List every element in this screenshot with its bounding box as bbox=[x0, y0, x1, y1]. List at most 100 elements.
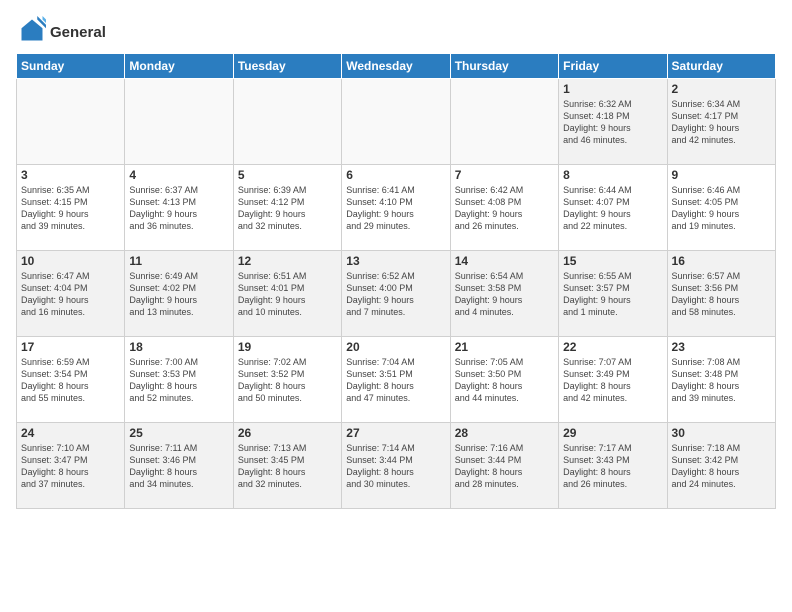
day-number: 22 bbox=[563, 340, 662, 354]
day-cell: 12 Sunrise: 6:51 AMSunset: 4:01 PMDayligh… bbox=[233, 251, 341, 337]
logo-general: General bbox=[50, 24, 106, 42]
day-info: Sunrise: 7:17 AMSunset: 3:43 PMDaylight:… bbox=[563, 442, 662, 491]
header-day-friday: Friday bbox=[559, 54, 667, 79]
day-number: 23 bbox=[672, 340, 771, 354]
day-info: Sunrise: 6:39 AMSunset: 4:12 PMDaylight:… bbox=[238, 184, 337, 233]
day-cell: 18 Sunrise: 7:00 AMSunset: 3:53 PMDayligh… bbox=[125, 337, 233, 423]
day-cell: 21 Sunrise: 7:05 AMSunset: 3:50 PMDayligh… bbox=[450, 337, 558, 423]
day-number: 2 bbox=[672, 82, 771, 96]
calendar-body: 1 Sunrise: 6:32 AMSunset: 4:18 PMDaylight… bbox=[17, 79, 776, 509]
day-info: Sunrise: 6:34 AMSunset: 4:17 PMDaylight:… bbox=[672, 98, 771, 147]
day-number: 17 bbox=[21, 340, 120, 354]
day-number: 12 bbox=[238, 254, 337, 268]
day-info: Sunrise: 6:55 AMSunset: 3:57 PMDaylight:… bbox=[563, 270, 662, 319]
header-day-saturday: Saturday bbox=[667, 54, 775, 79]
day-cell: 8Sunrise: 6:44 AMSunset: 4:07 PMDaylight… bbox=[559, 165, 667, 251]
day-cell: 3 Sunrise: 6:35 AMSunset: 4:15 PMDaylight… bbox=[17, 165, 125, 251]
day-info: Sunrise: 7:02 AMSunset: 3:52 PMDaylight:… bbox=[238, 356, 337, 405]
header: General bbox=[16, 12, 776, 49]
day-cell: 16 Sunrise: 6:57 AMSunset: 3:56 PMDayligh… bbox=[667, 251, 775, 337]
day-number: 25 bbox=[129, 426, 228, 440]
logo: General bbox=[16, 16, 106, 49]
day-cell bbox=[233, 79, 341, 165]
logo-icon bbox=[18, 16, 46, 44]
day-number: 30 bbox=[672, 426, 771, 440]
day-cell: 19 Sunrise: 7:02 AMSunset: 3:52 PMDayligh… bbox=[233, 337, 341, 423]
day-cell: 27Sunrise: 7:14 AMSunset: 3:44 PMDayligh… bbox=[342, 423, 450, 509]
day-cell: 9 Sunrise: 6:46 AMSunset: 4:05 PMDaylight… bbox=[667, 165, 775, 251]
day-number: 26 bbox=[238, 426, 337, 440]
day-cell: 29 Sunrise: 7:17 AMSunset: 3:43 PMDayligh… bbox=[559, 423, 667, 509]
day-cell bbox=[17, 79, 125, 165]
day-info: Sunrise: 6:32 AMSunset: 4:18 PMDaylight:… bbox=[563, 98, 662, 147]
day-number: 19 bbox=[238, 340, 337, 354]
day-number: 3 bbox=[21, 168, 120, 182]
week-row-5: 24 Sunrise: 7:10 AMSunset: 3:47 PMDayligh… bbox=[17, 423, 776, 509]
day-info: Sunrise: 6:49 AMSunset: 4:02 PMDaylight:… bbox=[129, 270, 228, 319]
day-number: 21 bbox=[455, 340, 554, 354]
header-row: SundayMondayTuesdayWednesdayThursdayFrid… bbox=[17, 54, 776, 79]
week-row-2: 3 Sunrise: 6:35 AMSunset: 4:15 PMDaylight… bbox=[17, 165, 776, 251]
calendar-table: SundayMondayTuesdayWednesdayThursdayFrid… bbox=[16, 53, 776, 509]
day-info: Sunrise: 7:08 AMSunset: 3:48 PMDaylight:… bbox=[672, 356, 771, 405]
day-number: 18 bbox=[129, 340, 228, 354]
day-info: Sunrise: 6:57 AMSunset: 3:56 PMDaylight:… bbox=[672, 270, 771, 319]
day-info: Sunrise: 7:10 AMSunset: 3:47 PMDaylight:… bbox=[21, 442, 120, 491]
day-cell: 1 Sunrise: 6:32 AMSunset: 4:18 PMDaylight… bbox=[559, 79, 667, 165]
day-info: Sunrise: 6:51 AMSunset: 4:01 PMDaylight:… bbox=[238, 270, 337, 319]
header-day-thursday: Thursday bbox=[450, 54, 558, 79]
day-cell bbox=[125, 79, 233, 165]
day-info: Sunrise: 6:54 AMSunset: 3:58 PMDaylight:… bbox=[455, 270, 554, 319]
day-cell: 20Sunrise: 7:04 AMSunset: 3:51 PMDayligh… bbox=[342, 337, 450, 423]
day-number: 10 bbox=[21, 254, 120, 268]
day-info: Sunrise: 6:52 AMSunset: 4:00 PMDaylight:… bbox=[346, 270, 445, 319]
day-info: Sunrise: 7:00 AMSunset: 3:53 PMDaylight:… bbox=[129, 356, 228, 405]
day-number: 27 bbox=[346, 426, 445, 440]
day-cell: 24 Sunrise: 7:10 AMSunset: 3:47 PMDayligh… bbox=[17, 423, 125, 509]
day-number: 16 bbox=[672, 254, 771, 268]
day-cell: 28 Sunrise: 7:16 AMSunset: 3:44 PMDayligh… bbox=[450, 423, 558, 509]
day-number: 13 bbox=[346, 254, 445, 268]
calendar-header: SundayMondayTuesdayWednesdayThursdayFrid… bbox=[17, 54, 776, 79]
day-cell bbox=[342, 79, 450, 165]
day-number: 8 bbox=[563, 168, 662, 182]
day-cell: 15 Sunrise: 6:55 AMSunset: 3:57 PMDayligh… bbox=[559, 251, 667, 337]
day-info: Sunrise: 6:46 AMSunset: 4:05 PMDaylight:… bbox=[672, 184, 771, 233]
day-cell: 30 Sunrise: 7:18 AMSunset: 3:42 PMDayligh… bbox=[667, 423, 775, 509]
day-cell: 17 Sunrise: 6:59 AMSunset: 3:54 PMDayligh… bbox=[17, 337, 125, 423]
day-info: Sunrise: 7:11 AMSunset: 3:46 PMDaylight:… bbox=[129, 442, 228, 491]
day-number: 24 bbox=[21, 426, 120, 440]
day-number: 29 bbox=[563, 426, 662, 440]
day-number: 5 bbox=[238, 168, 337, 182]
day-info: Sunrise: 6:47 AMSunset: 4:04 PMDaylight:… bbox=[21, 270, 120, 319]
day-info: Sunrise: 7:07 AMSunset: 3:49 PMDaylight:… bbox=[563, 356, 662, 405]
day-info: Sunrise: 7:05 AMSunset: 3:50 PMDaylight:… bbox=[455, 356, 554, 405]
day-info: Sunrise: 6:41 AMSunset: 4:10 PMDaylight:… bbox=[346, 184, 445, 233]
day-cell: 5 Sunrise: 6:39 AMSunset: 4:12 PMDaylight… bbox=[233, 165, 341, 251]
day-number: 20 bbox=[346, 340, 445, 354]
header-day-sunday: Sunday bbox=[17, 54, 125, 79]
day-cell: 13 Sunrise: 6:52 AMSunset: 4:00 PMDayligh… bbox=[342, 251, 450, 337]
day-cell: 6Sunrise: 6:41 AMSunset: 4:10 PMDaylight… bbox=[342, 165, 450, 251]
day-info: Sunrise: 6:42 AMSunset: 4:08 PMDaylight:… bbox=[455, 184, 554, 233]
day-info: Sunrise: 7:16 AMSunset: 3:44 PMDaylight:… bbox=[455, 442, 554, 491]
day-number: 4 bbox=[129, 168, 228, 182]
day-cell: 2 Sunrise: 6:34 AMSunset: 4:17 PMDaylight… bbox=[667, 79, 775, 165]
day-info: Sunrise: 6:59 AMSunset: 3:54 PMDaylight:… bbox=[21, 356, 120, 405]
header-day-monday: Monday bbox=[125, 54, 233, 79]
day-number: 28 bbox=[455, 426, 554, 440]
day-cell: 4Sunrise: 6:37 AMSunset: 4:13 PMDaylight… bbox=[125, 165, 233, 251]
day-number: 9 bbox=[672, 168, 771, 182]
day-number: 7 bbox=[455, 168, 554, 182]
day-number: 14 bbox=[455, 254, 554, 268]
day-number: 1 bbox=[563, 82, 662, 96]
day-cell: 10 Sunrise: 6:47 AMSunset: 4:04 PMDayligh… bbox=[17, 251, 125, 337]
day-cell: 23 Sunrise: 7:08 AMSunset: 3:48 PMDayligh… bbox=[667, 337, 775, 423]
day-number: 15 bbox=[563, 254, 662, 268]
day-number: 11 bbox=[129, 254, 228, 268]
header-day-tuesday: Tuesday bbox=[233, 54, 341, 79]
day-info: Sunrise: 7:13 AMSunset: 3:45 PMDaylight:… bbox=[238, 442, 337, 491]
day-info: Sunrise: 6:35 AMSunset: 4:15 PMDaylight:… bbox=[21, 184, 120, 233]
day-cell: 7 Sunrise: 6:42 AMSunset: 4:08 PMDaylight… bbox=[450, 165, 558, 251]
day-info: Sunrise: 7:18 AMSunset: 3:42 PMDaylight:… bbox=[672, 442, 771, 491]
